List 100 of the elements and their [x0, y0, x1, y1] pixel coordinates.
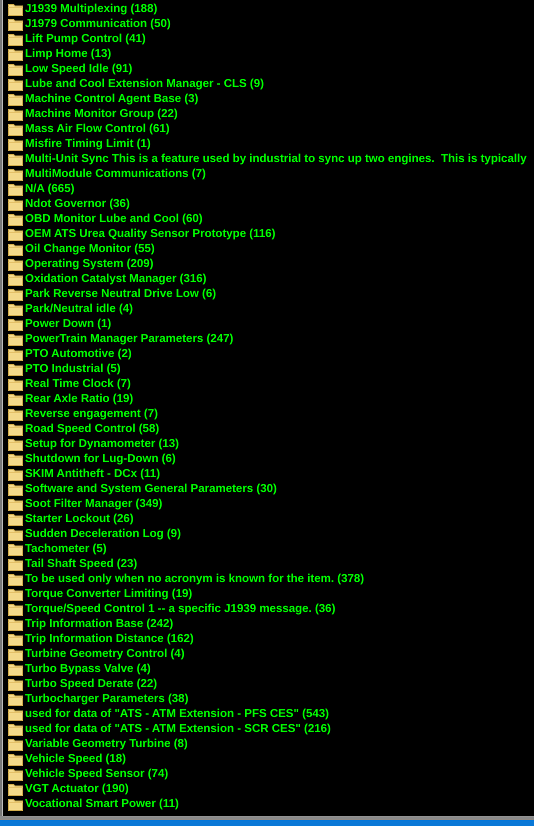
tree-item[interactable]: Turbine Geometry Control (4) [25, 647, 185, 662]
tree-item[interactable]: Reverse engagement (7) [25, 407, 158, 422]
tree-item[interactable]: Turbo Bypass Valve (4) [25, 662, 151, 677]
folder-icon [8, 693, 23, 706]
folder-icon [8, 558, 23, 571]
folder-icon [8, 93, 23, 106]
folder-icon [8, 468, 23, 481]
folder-icon [8, 153, 23, 166]
tree-item[interactable]: Oil Change Monitor (55) [25, 242, 155, 257]
folder-icon [8, 258, 23, 271]
folder-icon [8, 528, 23, 541]
tree-item[interactable]: Starter Lockout (26) [25, 512, 134, 527]
tree-item[interactable]: Trip Information Distance (162) [25, 632, 194, 647]
tree-item[interactable]: Turbocharger Parameters (38) [25, 692, 188, 707]
folder-icon [8, 213, 23, 226]
folder-icon [8, 183, 23, 196]
tree-item[interactable]: used for data of "ATS - ATM Extension - SCR CES" (216) [25, 722, 331, 737]
tree-item[interactable]: Torque/Speed Control 1 -- a specific J1939 message. (36) [25, 602, 336, 617]
folder-icon [8, 738, 23, 751]
folder-icon [8, 408, 23, 421]
tree-item[interactable]: PTO Automotive (2) [25, 347, 132, 362]
tree-item[interactable]: To be used only when no acronym is known for the item. (378) [25, 572, 364, 587]
tree-item[interactable]: Limp Home (13) [25, 47, 112, 62]
folder-icon [8, 723, 23, 736]
folder-icon [8, 108, 23, 121]
folder-icon [8, 363, 23, 376]
folder-icon [8, 33, 23, 46]
folder-icon [8, 348, 23, 361]
tree-item[interactable]: Variable Geometry Turbine (8) [25, 737, 188, 752]
tree-item[interactable]: PowerTrain Manager Parameters (247) [25, 332, 234, 347]
folder-icon [8, 18, 23, 31]
folder-icon [8, 798, 23, 811]
tree-item[interactable]: Low Speed Idle (91) [25, 62, 132, 77]
tree-item[interactable]: Machine Control Agent Base (3) [25, 92, 198, 107]
folder-icon [8, 303, 23, 316]
tree-item[interactable]: used for data of "ATS - ATM Extension - PFS CES" (543) [25, 707, 329, 722]
tree-item[interactable]: Multi-Unit Sync This is a feature used by industrial to sync up two engines. This is typically [25, 152, 527, 167]
tree-item[interactable]: Sudden Deceleration Log (9) [25, 527, 181, 542]
tree-item[interactable]: Rear Axle Ratio (19) [25, 392, 134, 407]
tree-item[interactable]: Oxidation Catalyst Manager (316) [25, 272, 206, 287]
folder-icon [8, 318, 23, 331]
tree-item[interactable]: Park/Neutral idle (4) [25, 302, 134, 317]
folder-icon [8, 453, 23, 466]
folder-icon [8, 3, 23, 16]
tree-item[interactable]: N/A (665) [25, 182, 74, 197]
folder-icon [8, 543, 23, 556]
tree-item[interactable]: Software and System General Parameters (30) [25, 482, 277, 497]
tree-item[interactable]: Trip Information Base (242) [25, 617, 174, 632]
folder-icon [8, 423, 23, 436]
tree-item[interactable]: Mass Air Flow Control (61) [25, 122, 170, 137]
tree-item[interactable]: OEM ATS Urea Quality Sensor Prototype (116) [25, 227, 276, 242]
tree-item[interactable]: Machine Monitor Group (22) [25, 107, 178, 122]
folder-icon [8, 123, 23, 136]
tree-item[interactable]: OBD Monitor Lube and Cool (60) [25, 212, 203, 227]
tree-item[interactable]: MultiModule Communications (7) [25, 167, 206, 182]
folder-icon [8, 768, 23, 781]
folder-icon [8, 708, 23, 721]
folder-icon [8, 573, 23, 586]
tree-item[interactable]: Tail Shaft Speed (23) [25, 557, 138, 572]
tree-item[interactable]: Real Time Clock (7) [25, 377, 131, 392]
folder-icon [8, 588, 23, 601]
tree-item[interactable]: VGT Actuator (190) [25, 782, 129, 797]
tree-item[interactable]: Misfire Timing Limit (1) [25, 137, 151, 152]
folder-icon [8, 483, 23, 496]
folder-icon [8, 618, 23, 631]
tree-item[interactable]: Operating System (209) [25, 257, 154, 272]
folder-icon [8, 648, 23, 661]
folder-icon [8, 168, 23, 181]
tree-item[interactable]: J1979 Communication (50) [25, 17, 171, 32]
folder-icon [8, 513, 23, 526]
tree-item[interactable]: Ndot Governor (36) [25, 197, 130, 212]
tree-item[interactable]: Shutdown for Lug-Down (6) [25, 452, 176, 467]
tree-item[interactable]: Park Reverse Neutral Drive Low (6) [25, 287, 216, 302]
tree-item[interactable]: Road Speed Control (58) [25, 422, 160, 437]
tree-item[interactable]: J1939 Multiplexing (188) [25, 2, 158, 17]
folder-icon [8, 498, 23, 511]
tree-item[interactable]: Lube and Cool Extension Manager - CLS (9) [25, 77, 264, 92]
tree-item[interactable]: Tachometer (5) [25, 542, 107, 557]
tree-item[interactable]: Setup for Dynamometer (13) [25, 437, 180, 452]
folder-icon [8, 243, 23, 256]
tree-item[interactable]: Vehicle Speed Sensor (74) [25, 767, 168, 782]
folder-icon [8, 678, 23, 691]
folder-icon [8, 438, 23, 451]
tree-item[interactable]: Vocational Smart Power (11) [25, 797, 179, 812]
tree-item[interactable]: SKIM Antitheft - DCx (11) [25, 467, 160, 482]
tree-item[interactable]: Torque Converter Limiting (19) [25, 587, 192, 602]
tree-item[interactable]: PTO Industrial (5) [25, 362, 121, 377]
folder-icon [8, 48, 23, 61]
folder-icon [8, 633, 23, 646]
tree-item[interactable]: Lift Pump Control (41) [25, 32, 146, 47]
tree-item[interactable]: Vehicle Speed (18) [25, 752, 126, 767]
folder-icon [8, 273, 23, 286]
folder-icon [8, 378, 23, 391]
folder-icon [8, 138, 23, 151]
tree-item[interactable]: Turbo Speed Derate (22) [25, 677, 158, 692]
folder-icon [8, 78, 23, 91]
folder-icon [8, 333, 23, 346]
tree-item[interactable]: Soot Filter Manager (349) [25, 497, 162, 512]
folder-icon [8, 63, 23, 76]
tree-item[interactable]: Power Down (1) [25, 317, 112, 332]
